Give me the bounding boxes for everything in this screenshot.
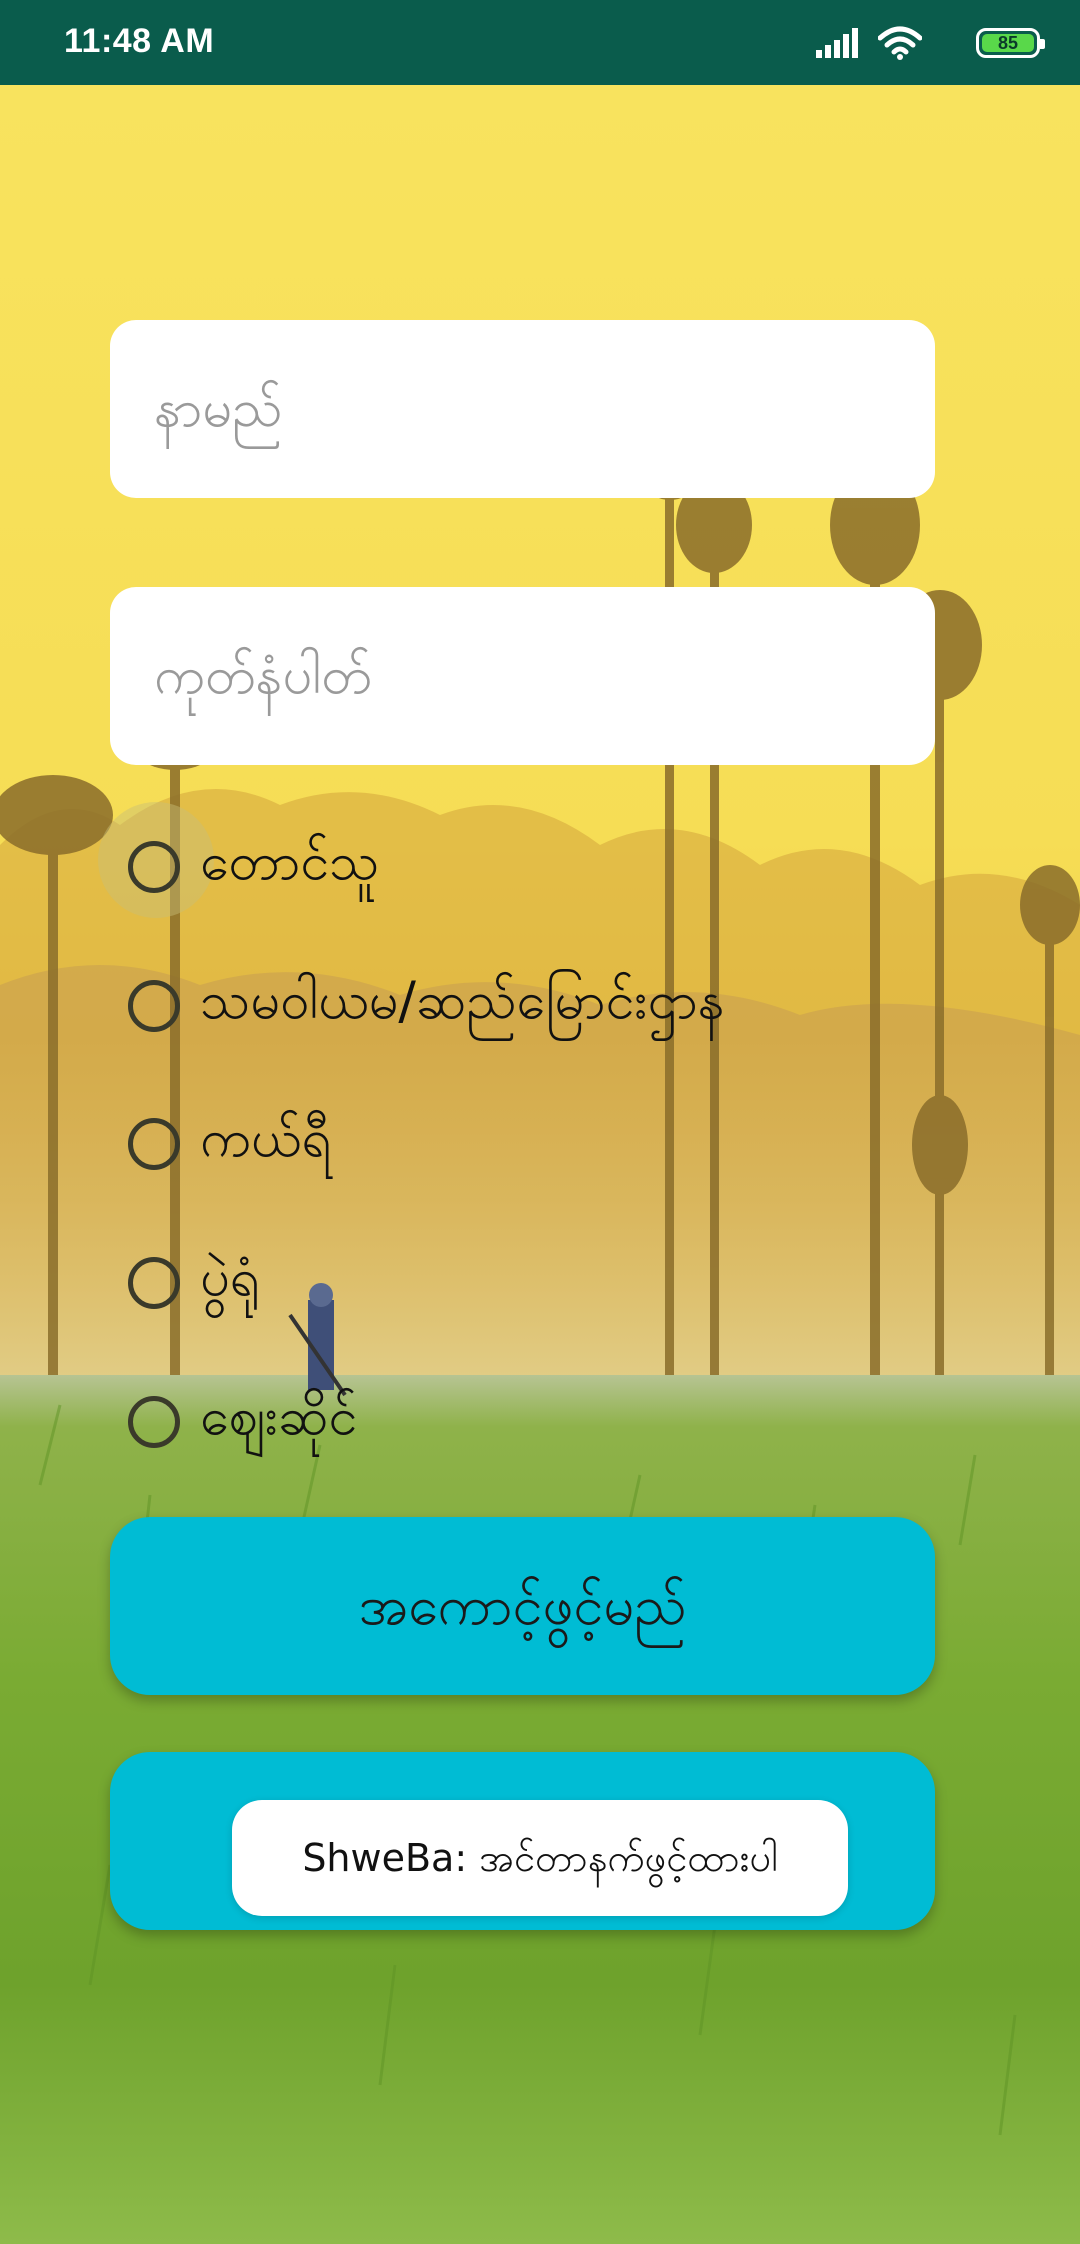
radio-label: ဈေးဆိုင် — [200, 1387, 358, 1447]
app-screen: 11:48 AM 85 နာမည် ကုတ်နံပါတ် တောင်သူ သမဝ… — [0, 0, 1080, 2244]
radio-label: ပွဲရုံ — [200, 1248, 260, 1308]
radio-label: ကယ်ရီ — [200, 1109, 332, 1169]
radio-button[interactable] — [128, 1257, 180, 1309]
radio-label: တောင်သူ — [200, 832, 380, 892]
radio-label: သမဝါယမ/ဆည်မြောင်းဌာန — [200, 971, 725, 1031]
radio-button[interactable] — [128, 1118, 180, 1170]
radio-button[interactable] — [128, 841, 180, 893]
status-bar: 11:48 AM 85 — [0, 0, 1080, 85]
radio-option-shop[interactable]: ဈေးဆိုင် — [100, 1360, 900, 1470]
wifi-icon — [878, 26, 922, 60]
toast-message: ShweBa: အင်တာနက်ဖွင့်ထားပါ — [232, 1800, 848, 1916]
radio-option-cooperative[interactable]: သမဝါယမ/ဆည်မြောင်းဌာန — [100, 944, 900, 1054]
signal-icon — [816, 28, 858, 58]
toast-text: ShweBa: အင်တာနက်ဖွင့်ထားပါ — [302, 1836, 778, 1880]
battery-icon: 85 — [976, 28, 1045, 58]
battery-level: 85 — [997, 33, 1019, 53]
open-account-button[interactable]: အကောင့်ဖွင့်မည် — [110, 1517, 935, 1695]
code-number-input[interactable] — [110, 587, 935, 765]
radio-button[interactable] — [128, 980, 180, 1032]
name-input[interactable] — [110, 320, 935, 498]
radio-option-farmer[interactable]: တောင်သူ — [98, 802, 900, 918]
open-account-button-label: အကောင့်ဖွင့်မည် — [358, 1574, 687, 1637]
status-time: 11:48 AM — [64, 22, 215, 60]
radio-option-broker[interactable]: ပွဲရုံ — [100, 1221, 900, 1331]
radio-button[interactable] — [128, 1396, 180, 1448]
radio-option-carrier[interactable]: ကယ်ရီ — [100, 1082, 900, 1192]
